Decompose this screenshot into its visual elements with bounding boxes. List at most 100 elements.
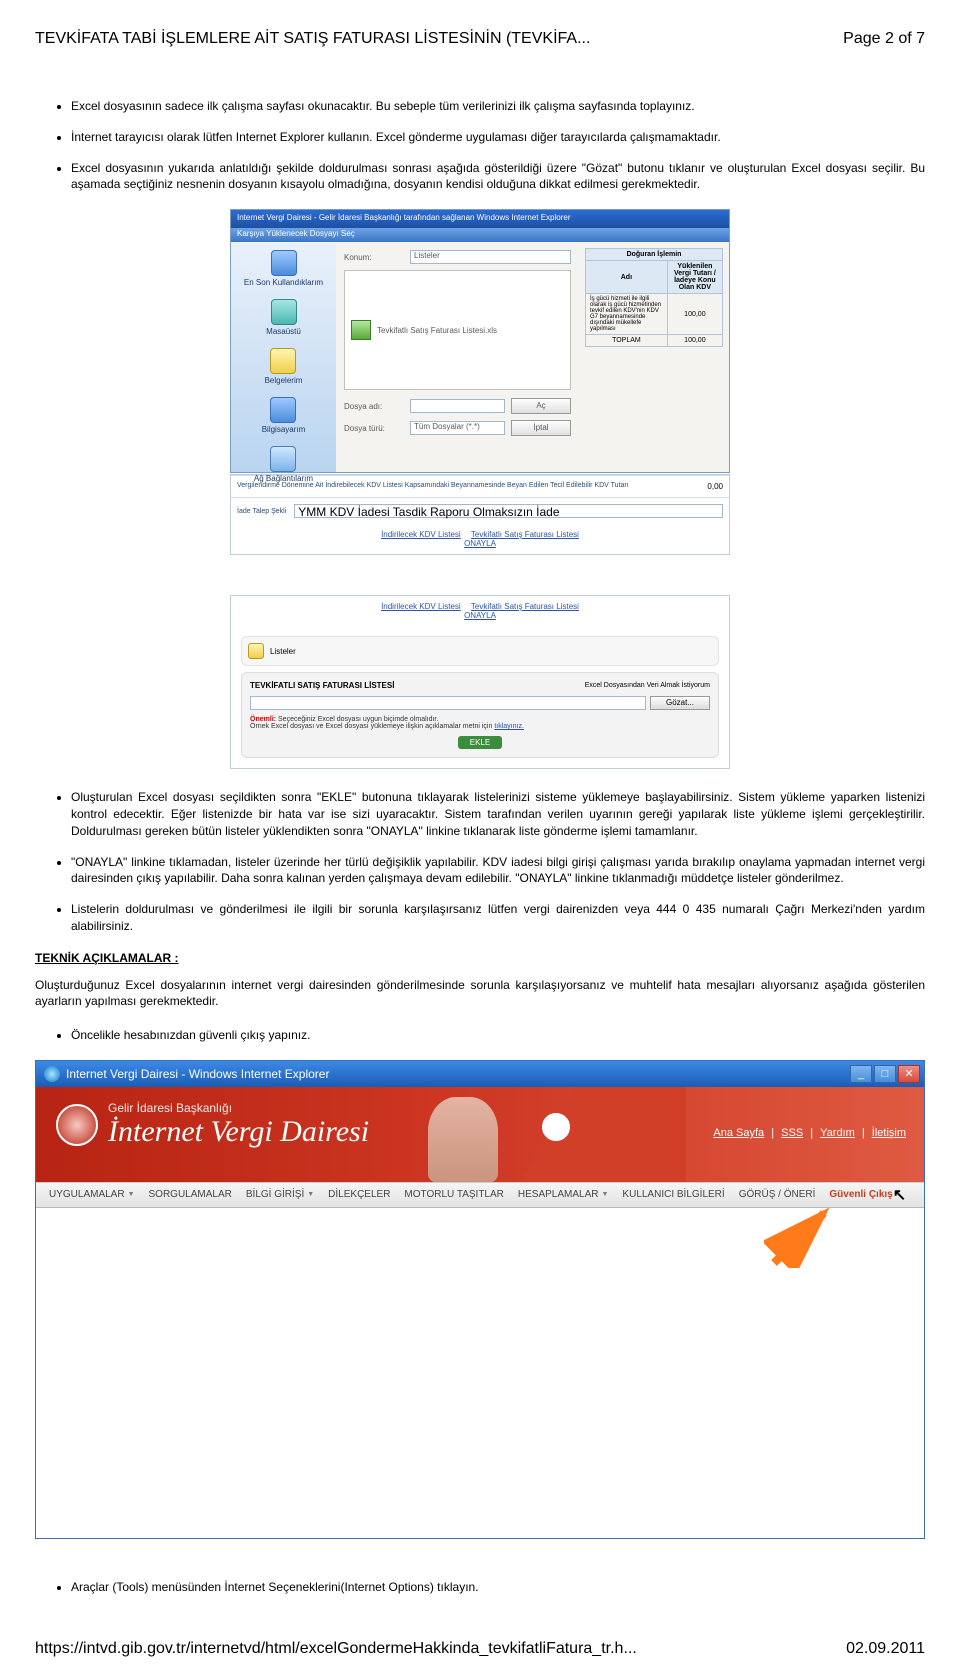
table-cell: İş gücü hizmeti ile ilgili olarak iş güc… [586,294,668,335]
ie-icon [44,1066,60,1082]
bullet-item: Öncelikle hesabınızdan güvenli çıkış yap… [71,1027,925,1044]
screenshot-ie-window: Internet Vergi Dairesi - Windows Interne… [35,1060,925,1539]
excel-icon [351,320,371,340]
context-value: 0,00 [663,482,723,491]
places-label: Masaüstü [266,327,301,336]
band-title: TEVKİFATLI SATIŞ FATURASI LİSTESİ [250,681,394,690]
logo-big-text: İnternet Vergi Dairesi [108,1115,369,1149]
top-link[interactable]: Ana Sayfa [713,1127,764,1139]
ekle-button[interactable]: EKLE [458,736,502,749]
ie-window-title: Internet Vergi Dairesi - Windows Interne… [66,1067,329,1081]
link-indirilecek[interactable]: İndirilecek KDV Listesi [381,602,461,611]
menu-hesaplamalar[interactable]: HESAPLAMALAR▼ [511,1185,616,1204]
link-tevkifatli[interactable]: Tevkifatlı Satış Faturası Listesi [471,530,579,539]
main-menubar: UYGULAMALAR▼ SORGULAMALAR BİLGİ GİRİŞİ▼ … [36,1182,924,1208]
recent-icon [271,250,297,276]
site-logo-icon [56,1104,98,1146]
chevron-down-icon: ▼ [601,1191,608,1198]
page-number: Page 2 of 7 [843,30,925,48]
places-label: Bilgisayarım [262,425,306,434]
bottom-bullet-list: Araçlar (Tools) menüsünden İnternet Seçe… [35,1579,925,1596]
dialog-title: Karşıya Yüklenecek Dosyayı Seç [231,228,729,242]
mid-bullet-list: Oluşturulan Excel dosyası seçildikten so… [35,789,925,935]
page-header-title: TEVKİFATA TABİ İŞLEMLERE AİT SATIŞ FATUR… [35,30,590,48]
iade-select[interactable]: YMM KDV İadesi Tasdik Raporu Olmaksızın … [294,504,723,518]
filename-field[interactable] [410,399,505,413]
documents-icon [270,348,296,374]
logo-small-text: Gelir İdaresi Başkanlığı [108,1101,369,1115]
minimize-button[interactable]: _ [850,1065,872,1083]
table-cell: 100,00 [667,294,722,335]
table-col: Adı [586,261,668,294]
footer-date: 02.09.2011 [846,1640,925,1658]
menu-sorgulamalar[interactable]: SORGULAMALAR [142,1185,239,1204]
chevron-down-icon: ▼ [128,1191,135,1198]
ie-content-area [36,1208,924,1538]
bullet-item: Excel dosyasının sadece ilk çalışma sayf… [71,98,925,115]
chevron-down-icon: ▼ [307,1191,314,1198]
places-label: Belgelerim [265,376,303,385]
menu-bilgigirisi[interactable]: BİLGİ GİRİŞİ▼ [239,1185,321,1204]
file-path-input[interactable] [250,696,646,710]
warn-link[interactable]: tıklayınız. [494,723,524,730]
location-field[interactable]: Listeler [410,250,571,264]
menu-uygulamalar[interactable]: UYGULAMALAR▼ [42,1185,142,1204]
bullet-item: Araçlar (Tools) menüsünden İnternet Seçe… [71,1579,925,1596]
link-onayla[interactable]: ONAYLA [464,539,496,548]
warn-text: Önemli: Seçeceğiniz Excel dosyası uygun … [250,716,710,730]
band-right-text: Excel Dosyasından Veri Almak İstiyorum [585,682,710,689]
gozat-button[interactable]: Gözat... [650,696,710,710]
open-button[interactable]: Aç [511,398,571,414]
bullet-item: Excel dosyasının yukarıda anlatıldığı şe… [71,160,925,194]
table-col: Yüklenilen Vergi Tutarı / İadeye Konu Ol… [667,261,722,294]
places-bar: En Son Kullandıklarım Masaüstü Belgeleri… [231,242,336,472]
annotation-arrow [764,1208,834,1268]
file-item[interactable]: Tevkifatlı Satış Faturası Listesi.xls [377,326,497,335]
screenshot-upload-panel: İndirilecek KDV Listesi Tevkifatlı Satış… [230,595,730,769]
context-table: Doğuran İşlemin Adı Yüklenilen Vergi Tut… [585,248,723,347]
top-link[interactable]: İletişim [872,1127,906,1139]
computer-icon [270,397,296,423]
filename-label: Dosya adı: [344,402,404,411]
menu-motorlu[interactable]: MOTORLU TAŞITLAR [397,1185,510,1204]
bullet-item: "ONAYLA" linkine tıklamadan, listeler üz… [71,854,925,888]
after-bullet-list: Öncelikle hesabınızdan güvenli çıkış yap… [35,1027,925,1044]
top-link[interactable]: SSS [781,1127,803,1139]
screenshot-file-dialog: Internet Vergi Dairesi - Gelir İdaresi B… [230,209,730,473]
file-list[interactable]: Tevkifatlı Satış Faturası Listesi.xls [344,270,571,390]
bullet-item: Oluşturulan Excel dosyası seçildikten so… [71,789,925,839]
bullet-item: İnternet tarayıcısı olarak lütfen Intern… [71,129,925,146]
ie-title: Internet Vergi Dairesi - Gelir İdaresi B… [231,210,729,228]
banner-flag [466,1087,686,1182]
menu-dilekceler[interactable]: DİLEKÇELER [321,1185,397,1204]
cursor-icon: ↖ [893,1185,906,1205]
section-heading: TEKNİK AÇIKLAMALAR : [35,951,925,965]
network-icon [270,446,296,472]
list-band: Listeler [241,636,719,666]
desktop-icon [271,299,297,325]
close-button[interactable]: ✕ [898,1065,920,1083]
table-head: Doğuran İşlemin [586,249,723,261]
cancel-button[interactable]: İptal [511,420,571,436]
places-label: En Son Kullandıklarım [244,278,323,287]
context-row2-label: İade Talep Şekli [237,508,286,515]
section-paragraph: Oluşturduğunuz Excel dosyalarının intern… [35,977,925,1009]
menu-kullanici[interactable]: KULLANICI BİLGİLERİ [615,1185,731,1204]
link-onayla[interactable]: ONAYLA [464,611,496,620]
top-bullet-list: Excel dosyasının sadece ilk çalışma sayf… [35,98,925,193]
filetype-label: Dosya türü: [344,424,404,433]
folder-icon [248,643,264,659]
link-tevkifatli[interactable]: Tevkifatlı Satış Faturası Listesi [471,602,579,611]
location-label: Konum: [344,253,404,262]
warn-line: Örnek Excel dosyası ve Excel dosyası yük… [250,723,494,730]
maximize-button[interactable]: □ [874,1065,896,1083]
menu-gorus[interactable]: GÖRÜŞ / ÖNERİ [732,1185,823,1204]
filetype-field[interactable]: Tüm Dosyalar (*.*) [410,421,505,435]
top-link[interactable]: Yardım [820,1127,855,1139]
context-left-text: Vergilendirme Dönemine Ait İndirebilecek… [237,482,655,490]
table-cell: 100,00 [667,335,722,347]
menu-guvenli-cikis[interactable]: Güvenli Çıkış↖ [822,1181,913,1209]
link-indirilecek[interactable]: İndirilecek KDV Listesi [381,530,461,539]
bullet-item: Listelerin doldurulması ve gönderilmesi … [71,901,925,935]
site-banner: Gelir İdaresi Başkanlığı İnternet Vergi … [36,1087,924,1182]
